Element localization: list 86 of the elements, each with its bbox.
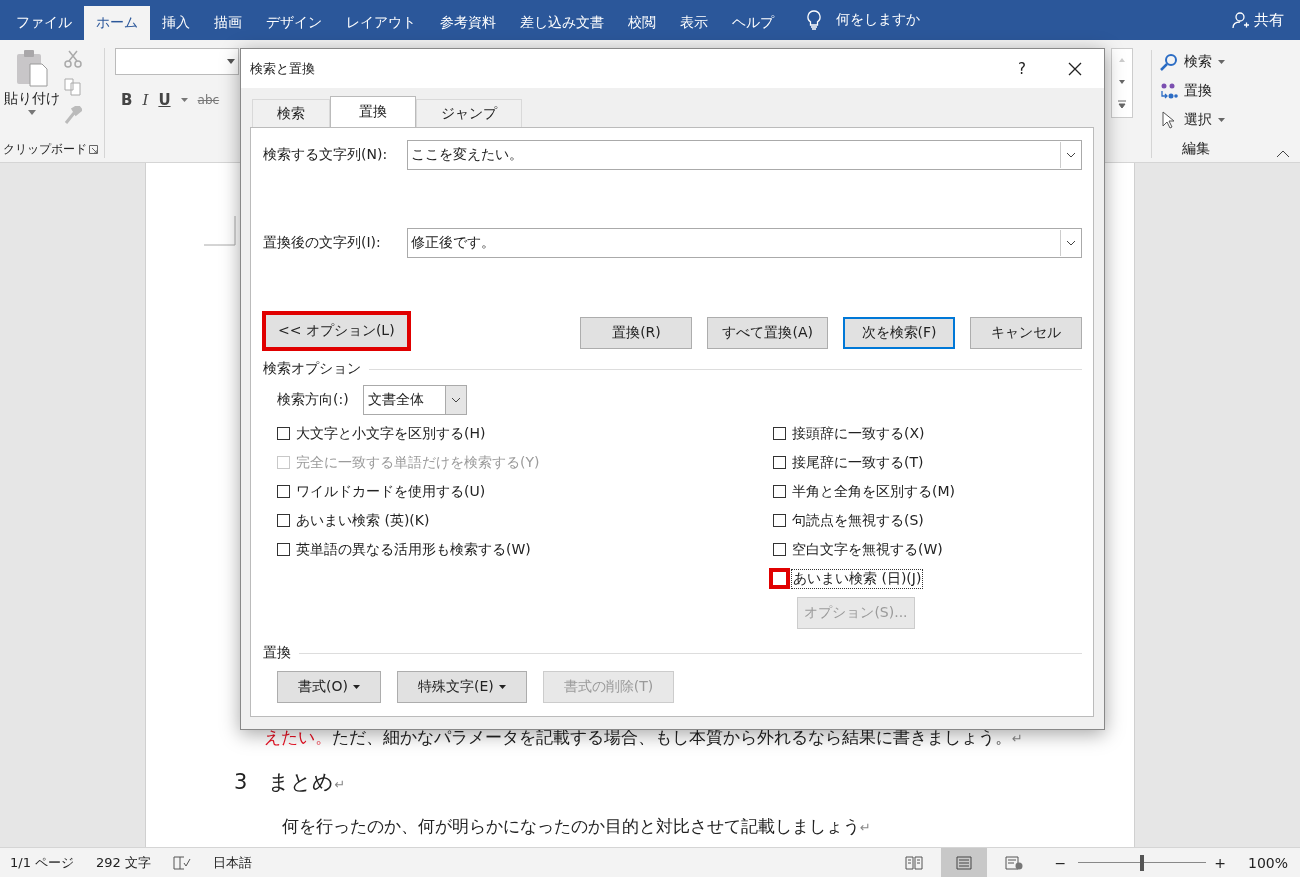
- replace-icon: [1160, 82, 1178, 100]
- ribbon-tab[interactable]: 参考資料: [428, 6, 508, 40]
- ribbon-tab[interactable]: 挿入: [150, 6, 202, 40]
- ribbon-tab[interactable]: 描画: [202, 6, 254, 40]
- view-mode-button[interactable]: [940, 848, 987, 877]
- book-icon: [904, 855, 923, 870]
- group-label: クリップボード: [3, 141, 87, 158]
- group-label: 編集: [1181, 140, 1211, 158]
- field-label: 検索方向(:): [277, 391, 349, 409]
- caret-icon: [227, 59, 235, 64]
- language-indicator[interactable]: 日本語: [213, 853, 252, 872]
- zoom-level[interactable]: 100%: [1247, 854, 1288, 871]
- bold-button[interactable]: B: [121, 91, 133, 109]
- option-checkbox[interactable]: 大文字と小文字を区別する(H): [277, 419, 773, 448]
- clipboard-icon: [15, 48, 49, 88]
- tell-me-search[interactable]: 何をしますか: [836, 11, 920, 29]
- help-button[interactable]: ?: [1018, 59, 1026, 78]
- search-direction-dropdown[interactable]: 文書全体: [362, 385, 467, 415]
- replace-format-button[interactable]: 特殊文字(E): [396, 671, 527, 703]
- font-name-field[interactable]: [115, 48, 239, 75]
- option-checkbox[interactable]: 句読点を無視する(S): [773, 506, 1073, 535]
- strikethrough-button[interactable]: abc: [197, 93, 220, 107]
- dialog-button[interactable]: 置換(R): [580, 317, 693, 349]
- less-options-button[interactable]: << オプション(L): [262, 311, 411, 351]
- dialog-title: 検索と置換: [250, 59, 315, 78]
- crop-mark: [204, 216, 236, 246]
- page-icon: [954, 855, 973, 870]
- field-label: 置換後の文字列(I):: [263, 234, 382, 252]
- option-checkbox[interactable]: 英単語の異なる活用形も検索する(W): [277, 535, 773, 564]
- caret-icon: [498, 685, 506, 689]
- dialog-tab[interactable]: 置換: [330, 96, 416, 127]
- web-page-icon: [1004, 855, 1023, 870]
- collapse-ribbon-icon[interactable]: [1276, 150, 1290, 158]
- ribbon-tab[interactable]: ホーム: [84, 6, 150, 40]
- ribbon-tab[interactable]: ファイル: [4, 6, 84, 40]
- caret-icon: [1218, 118, 1225, 122]
- chevron-down-icon: [450, 397, 461, 403]
- chevron-down-icon: [1066, 240, 1076, 246]
- lightbulb-icon: [806, 10, 822, 30]
- text-combo-field[interactable]: 修正後です。: [407, 228, 1082, 258]
- search-icon: [1160, 53, 1178, 71]
- replace-format-button[interactable]: 書式(O): [277, 671, 381, 703]
- option-checkbox[interactable]: ワイルドカードを使用する(U): [277, 477, 773, 506]
- ribbon-tab[interactable]: 差し込み文書: [508, 6, 616, 40]
- dialog-launcher-icon[interactable]: [89, 145, 98, 154]
- document-paragraph: 3 まとめ↵: [234, 769, 347, 795]
- dialog-button[interactable]: 次を検索(F): [843, 317, 955, 349]
- proofing-icon[interactable]: [173, 854, 191, 871]
- editing-command[interactable]: 選択: [1160, 108, 1262, 132]
- dialog-button[interactable]: すべて置換(A): [707, 317, 828, 349]
- caret-icon[interactable]: [180, 98, 188, 102]
- section-title: 検索オプション: [263, 360, 361, 378]
- word-count[interactable]: 292 文字: [96, 853, 151, 872]
- zoom-in-button[interactable]: +: [1214, 854, 1226, 871]
- person-add-icon: [1232, 11, 1250, 29]
- italic-button[interactable]: I: [142, 91, 149, 109]
- dialog-tab[interactable]: ジャンプ: [416, 99, 522, 127]
- underline-button[interactable]: U: [158, 91, 171, 109]
- page-count[interactable]: 1/1 ページ: [10, 853, 75, 872]
- document-paragraph: 何を行ったのか、何が明らかになったのか目的と対比させて記載しましょう↵: [281, 815, 872, 837]
- text-combo-field[interactable]: ここを変えたい。: [407, 140, 1082, 170]
- share-button[interactable]: 共有: [1232, 10, 1284, 30]
- zoom-out-button[interactable]: −: [1054, 854, 1067, 871]
- field-label: 検索する文字列(N):: [263, 146, 389, 164]
- dialog-button[interactable]: キャンセル: [970, 317, 1082, 349]
- ribbon-tab[interactable]: 表示: [668, 6, 720, 40]
- option-checkbox[interactable]: あいまい検索 (英)(K): [277, 506, 773, 535]
- paste-button[interactable]: 貼り付け: [0, 48, 64, 141]
- ribbon-tab[interactable]: ヘルプ: [720, 6, 786, 40]
- option-checkbox[interactable]: 半角と全角を区別する(M): [773, 477, 1073, 506]
- scissors-icon[interactable]: [64, 50, 82, 68]
- dialog-tab[interactable]: 検索: [252, 99, 330, 127]
- editing-command[interactable]: 検索: [1160, 50, 1262, 74]
- caret-icon: [28, 110, 36, 115]
- close-icon[interactable]: [1068, 61, 1082, 76]
- section-title: 置換: [263, 644, 291, 662]
- option-checkbox[interactable]: 空白文字を無視する(W): [773, 535, 1073, 564]
- ribbon-tab[interactable]: レイアウト: [334, 6, 428, 40]
- editing-command[interactable]: 置換: [1160, 79, 1262, 103]
- ribbon-tab[interactable]: デザイン: [254, 6, 334, 40]
- caret-icon: [352, 685, 360, 689]
- ribbon-tab[interactable]: 校閲: [616, 6, 668, 40]
- caret-icon: [1218, 60, 1225, 64]
- option-checkbox[interactable]: 接尾辞に一致する(T): [773, 448, 1073, 477]
- option-checkbox[interactable]: 接頭辞に一致する(X): [773, 419, 1073, 448]
- chevron-down-icon: [1066, 152, 1076, 158]
